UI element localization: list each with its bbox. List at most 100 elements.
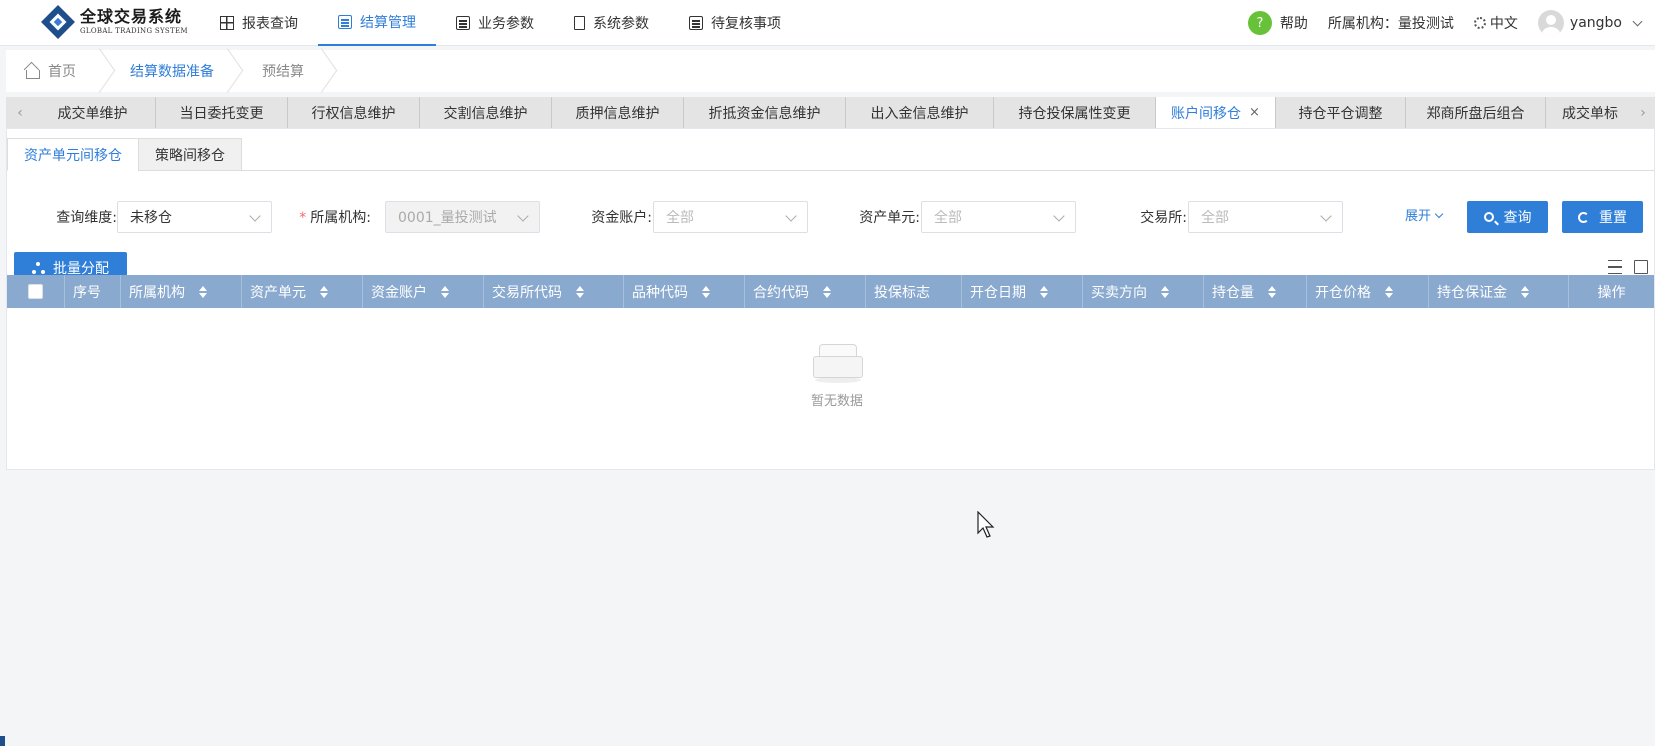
help-link[interactable]: ? 帮助 <box>1247 11 1308 35</box>
nav-label: 报表查询 <box>242 16 298 32</box>
sort-icon[interactable] <box>199 285 207 298</box>
breadcrumb: 首页 结算数据准备 预结算 <box>6 50 1655 92</box>
nav-label: 待复核事项 <box>711 16 781 32</box>
chevron-right-icon <box>318 50 332 92</box>
col-fund-account[interactable]: 资金账户 <box>363 275 484 308</box>
sort-icon[interactable] <box>1268 285 1276 298</box>
org-filter-label: * 所属机构: <box>285 202 371 234</box>
tab-exercise-info[interactable]: 行权信息维护 <box>288 97 420 128</box>
tab-trade-maintenance[interactable]: 成交单维护 <box>30 97 156 128</box>
col-label: 所属机构 <box>129 284 185 301</box>
breadcrumb-home[interactable]: 首页 <box>24 50 76 92</box>
breadcrumb-settlement-prep[interactable]: 结算数据准备 <box>130 50 214 92</box>
col-open-date[interactable]: 开仓日期 <box>962 275 1083 308</box>
sort-icon[interactable] <box>441 285 449 298</box>
col-direction[interactable]: 买卖方向 <box>1083 275 1204 308</box>
query-button[interactable]: 查询 <box>1467 201 1548 233</box>
subtab-label: 资产单元间移仓 <box>24 147 122 164</box>
asset-unit-select[interactable]: 全部 <box>921 201 1076 233</box>
sort-icon[interactable] <box>702 285 710 298</box>
col-label: 开仓日期 <box>970 284 1026 301</box>
tab-label: 持仓平仓调整 <box>1298 105 1383 122</box>
sort-icon[interactable] <box>320 285 328 298</box>
col-exchange-code[interactable]: 交易所代码 <box>484 275 624 308</box>
sort-icon[interactable] <box>1040 285 1048 298</box>
page-tabs: ‹ 成交单维护 当日委托变更 行权信息维护 交割信息维护 质押信息维护 折抵资金… <box>6 97 1655 128</box>
help-icon: ? <box>1247 11 1272 35</box>
close-icon[interactable]: × <box>1249 105 1260 120</box>
chevron-right-icon <box>224 50 238 92</box>
chevron-down-icon <box>785 210 797 222</box>
top-header: 全球交易系统 GLOBAL TRADING SYSTEM 报表查询 结算管理 业… <box>0 0 1655 46</box>
col-label: 资产单元 <box>250 284 306 301</box>
tab-pledge-info[interactable]: 质押信息维护 <box>552 97 684 128</box>
header-right: ? 帮助 所属机构： 量投测试 中文 yangbo <box>1247 0 1655 46</box>
tab-account-transfer[interactable]: 账户间移仓 × <box>1156 97 1276 128</box>
empty-inbox-icon <box>813 344 863 384</box>
col-product-code[interactable]: 品种代码 <box>624 275 745 308</box>
tab-order-change[interactable]: 当日委托变更 <box>156 97 288 128</box>
tab-czce-combo[interactable]: 郑商所盘后组合 <box>1406 97 1546 128</box>
nav-label: 结算管理 <box>360 15 416 31</box>
tab-trade-mark[interactable]: 成交单标 <box>1546 97 1635 128</box>
chevron-down-icon <box>1053 210 1065 222</box>
col-margin[interactable]: 持仓保证金 <box>1429 275 1569 308</box>
logo-mark-icon <box>40 4 76 40</box>
language-switch[interactable]: 中文 <box>1473 13 1518 33</box>
tabs-prev-icon[interactable]: ‹ <box>10 97 30 128</box>
user-menu[interactable]: yangbo <box>1537 10 1655 36</box>
checkbox[interactable] <box>28 284 43 299</box>
sort-icon[interactable] <box>1385 285 1393 298</box>
col-open-price[interactable]: 开仓价格 <box>1307 275 1429 308</box>
reset-button[interactable]: 重置 <box>1562 201 1643 233</box>
select-value: 未移仓 <box>130 210 172 226</box>
tab-position-close-adjust[interactable]: 持仓平仓调整 <box>1276 97 1406 128</box>
list-view-icon[interactable] <box>1608 260 1622 274</box>
label-text: 所属机构: <box>310 210 371 226</box>
tabs-next-icon[interactable]: › <box>1633 97 1653 128</box>
select-placeholder: 全部 <box>934 210 962 226</box>
col-org[interactable]: 所属机构 <box>121 275 242 308</box>
chevron-down-icon <box>1632 16 1643 26</box>
org-value: 量投测试 <box>1397 16 1454 32</box>
nav-report-query[interactable]: 报表查询 <box>200 0 318 46</box>
tab-deposit-withdrawal[interactable]: 出入金信息维护 <box>846 97 994 128</box>
col-position-qty[interactable]: 持仓量 <box>1204 275 1307 308</box>
fund-account-select[interactable]: 全部 <box>653 201 808 233</box>
dimension-select[interactable]: 未移仓 <box>117 201 272 233</box>
grid-icon <box>220 16 234 30</box>
col-asset-unit[interactable]: 资产单元 <box>242 275 363 308</box>
nav-label: 系统参数 <box>593 16 649 32</box>
expand-toggle[interactable]: 展开 <box>1405 201 1444 233</box>
col-label: 开仓价格 <box>1315 284 1371 301</box>
sub-tabs: 资产单元间移仓 策略间移仓 <box>7 138 242 171</box>
nav-label: 业务参数 <box>478 16 534 32</box>
brand-logo[interactable]: 全球交易系统 GLOBAL TRADING SYSTEM <box>40 2 188 42</box>
breadcrumb-pre-settlement[interactable]: 预结算 <box>262 50 304 92</box>
tab-label: 成交单标 <box>1562 105 1618 122</box>
nav-settlement[interactable]: 结算管理 <box>318 0 436 46</box>
tab-hedge-attr-change[interactable]: 持仓投保属性变更 <box>994 97 1156 128</box>
tab-label: 出入金信息维护 <box>870 105 969 122</box>
help-label: 帮助 <box>1279 16 1308 32</box>
select-all-checkbox[interactable] <box>7 275 65 308</box>
sort-icon[interactable] <box>1521 285 1529 298</box>
subtab-strategy-transfer[interactable]: 策略间移仓 <box>138 138 242 171</box>
chevron-down-icon <box>249 210 261 222</box>
nav-system-params[interactable]: 系统参数 <box>554 0 669 46</box>
sort-icon[interactable] <box>1161 285 1169 298</box>
divider <box>239 170 1654 171</box>
main-nav: 报表查询 结算管理 业务参数 系统参数 待复核事项 <box>200 0 801 46</box>
checklist-icon <box>689 16 703 30</box>
tab-label: 成交单维护 <box>57 105 128 122</box>
nav-pending-review[interactable]: 待复核事项 <box>669 0 801 46</box>
sort-icon[interactable] <box>576 285 584 298</box>
tab-delivery-info[interactable]: 交割信息维护 <box>420 97 552 128</box>
sort-icon[interactable] <box>823 285 831 298</box>
exchange-select[interactable]: 全部 <box>1188 201 1343 233</box>
column-settings-icon[interactable] <box>1634 260 1648 274</box>
tab-offset-funds[interactable]: 折抵资金信息维护 <box>684 97 846 128</box>
col-contract-code[interactable]: 合约代码 <box>745 275 866 308</box>
subtab-asset-unit-transfer[interactable]: 资产单元间移仓 <box>7 138 139 171</box>
nav-business-params[interactable]: 业务参数 <box>436 0 554 46</box>
